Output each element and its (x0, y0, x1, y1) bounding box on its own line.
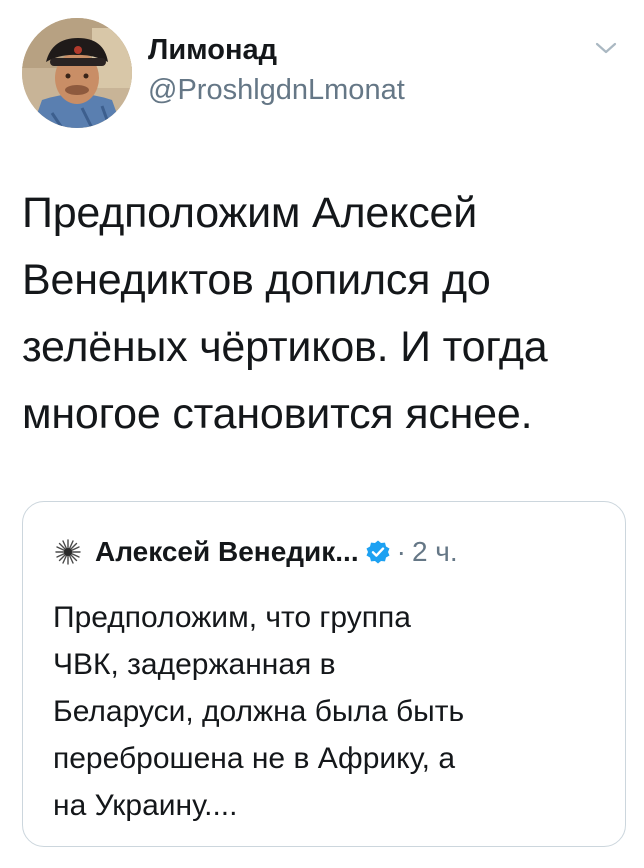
quoted-author-avatar (53, 537, 83, 567)
user-handle[interactable]: @ProshlgdnLmonat (148, 70, 405, 110)
quoted-tweet[interactable]: Алексей Венедик... · 2 ч. Предположим, ч… (22, 501, 626, 847)
tweet-text: Предположим Алексей Венедиктов допился д… (22, 189, 548, 438)
verified-badge-icon (366, 540, 390, 564)
chevron-down-icon[interactable] (594, 40, 618, 56)
author-names: Лимонад @ProshlgdnLmonat (148, 32, 405, 110)
tweet: Лимонад @ProshlgdnLmonat Предположим Але… (0, 0, 644, 868)
separator-dot: · (396, 536, 406, 567)
avatar-photo (22, 18, 132, 128)
display-name[interactable]: Лимонад (148, 32, 405, 68)
quoted-tweet-header: Алексей Венедик... · 2 ч. (53, 532, 458, 572)
quoted-author-name: Алексей Венедик... (95, 536, 359, 567)
avatar[interactable] (22, 18, 132, 128)
quoted-tweet-time: 2 ч. (411, 536, 458, 567)
quoted-tweet-text: Предположим, что группа ЧВК, задержанная… (53, 601, 465, 822)
tweet-header: Лимонад @ProshlgdnLmonat (22, 18, 622, 130)
